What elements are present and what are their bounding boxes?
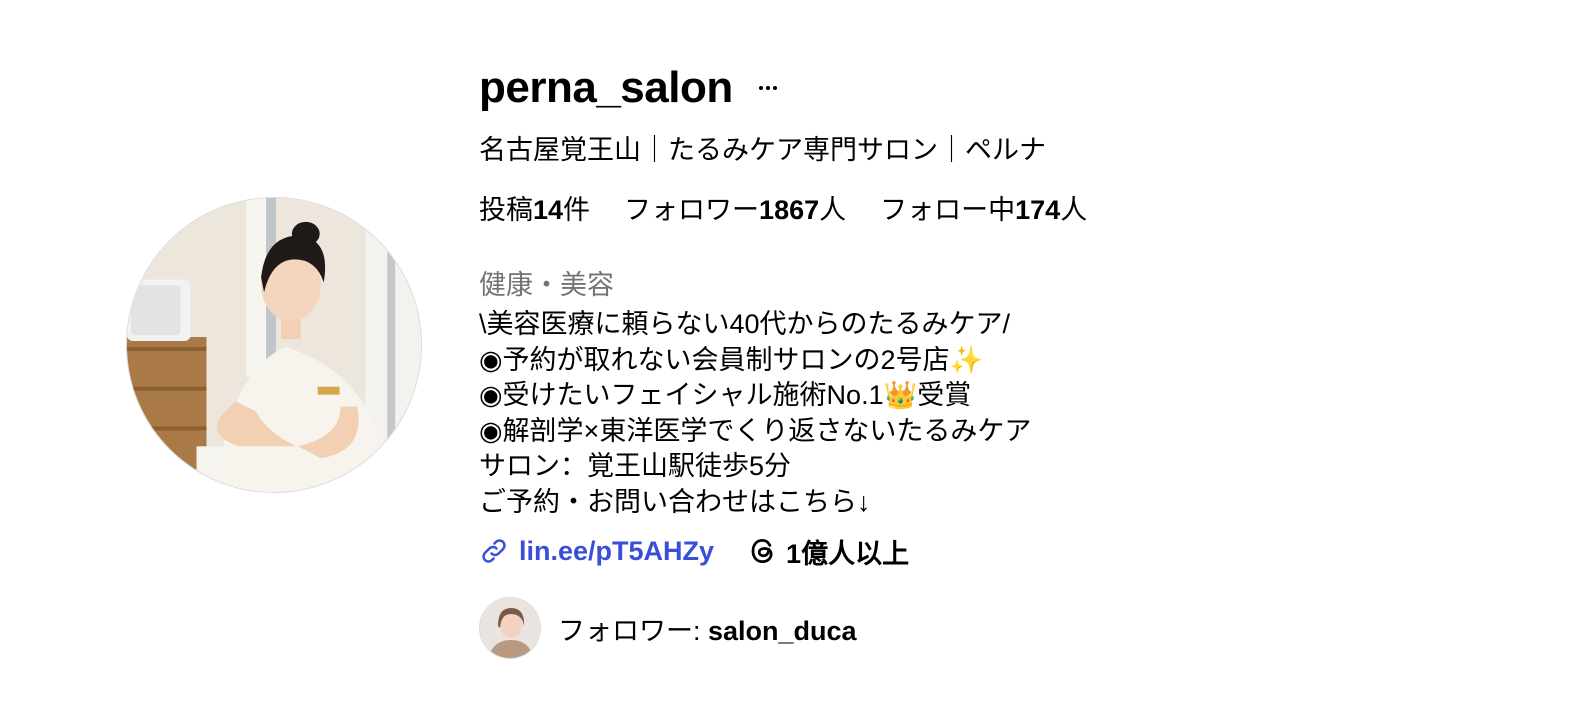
bio-line: サロン：覚王山駅徒歩5分 xyxy=(479,451,792,481)
follower-avatar xyxy=(479,597,541,659)
more-icon-dot xyxy=(772,86,777,90)
bio: \美容医療に頼らない40代からのたるみケア/ ◉予約が取れない会員制サロンの2号… xyxy=(479,307,1031,520)
category-label: 健康・美容 xyxy=(479,270,614,300)
profile-photo xyxy=(127,198,421,492)
posts-stat: 投稿14件 xyxy=(479,195,591,225)
more-icon-dot xyxy=(758,86,763,90)
profile-avatar[interactable] xyxy=(126,197,422,493)
links-row: lin.ee/pT5AHZy 1億人以上 xyxy=(479,533,909,569)
external-link-label: lin.ee/pT5AHZy xyxy=(519,535,715,566)
followed-by[interactable]: フォロワー: salon_duca xyxy=(479,597,857,659)
followed-by-text: フォロワー: salon_duca xyxy=(558,615,857,646)
bio-line: ◉解剖学×東洋医学でくり返さないたるみケア xyxy=(479,415,1032,446)
username: perna_salon xyxy=(479,63,733,112)
bio-line: ご予約・お問い合わせはこちら↓ xyxy=(479,486,871,517)
profile-stats: 投稿14件 フォロワー1867人 フォロー中174人 xyxy=(479,188,1121,227)
crown-icon: 👑 xyxy=(883,380,918,410)
bio-line: ◉受けたいフェイシャル施術No.1👑受賞 xyxy=(479,380,972,410)
follower-photo xyxy=(480,598,540,658)
threads-icon xyxy=(751,538,773,564)
username-row: perna_salon xyxy=(479,58,1479,118)
sparkles-icon: ✨ xyxy=(949,344,984,375)
profile-info: perna_salon 名古屋覚王山｜たるみケア専門サロン｜ペルナ 投稿14件 … xyxy=(479,58,1479,659)
followers-stat[interactable]: フォロワー1867人 xyxy=(624,188,846,227)
threads-label: 1億人以上 xyxy=(786,538,910,569)
full-name: 名古屋覚王山｜たるみケア専門サロン｜ペルナ xyxy=(479,135,1046,165)
more-icon-dot xyxy=(765,86,770,90)
follower-username: salon_duca xyxy=(708,615,857,646)
more-options-button[interactable] xyxy=(753,73,783,103)
following-stat[interactable]: フォロー中174人 xyxy=(880,188,1087,227)
bio-line: ◉予約が取れない会員制サロンの2号店✨ xyxy=(479,344,984,375)
external-link[interactable]: lin.ee/pT5AHZy xyxy=(479,536,714,567)
threads-badge[interactable]: 1億人以上 xyxy=(748,532,909,571)
link-icon xyxy=(482,539,506,563)
bio-line: \美容医療に頼らない40代からのたるみケア/ xyxy=(479,309,1011,339)
